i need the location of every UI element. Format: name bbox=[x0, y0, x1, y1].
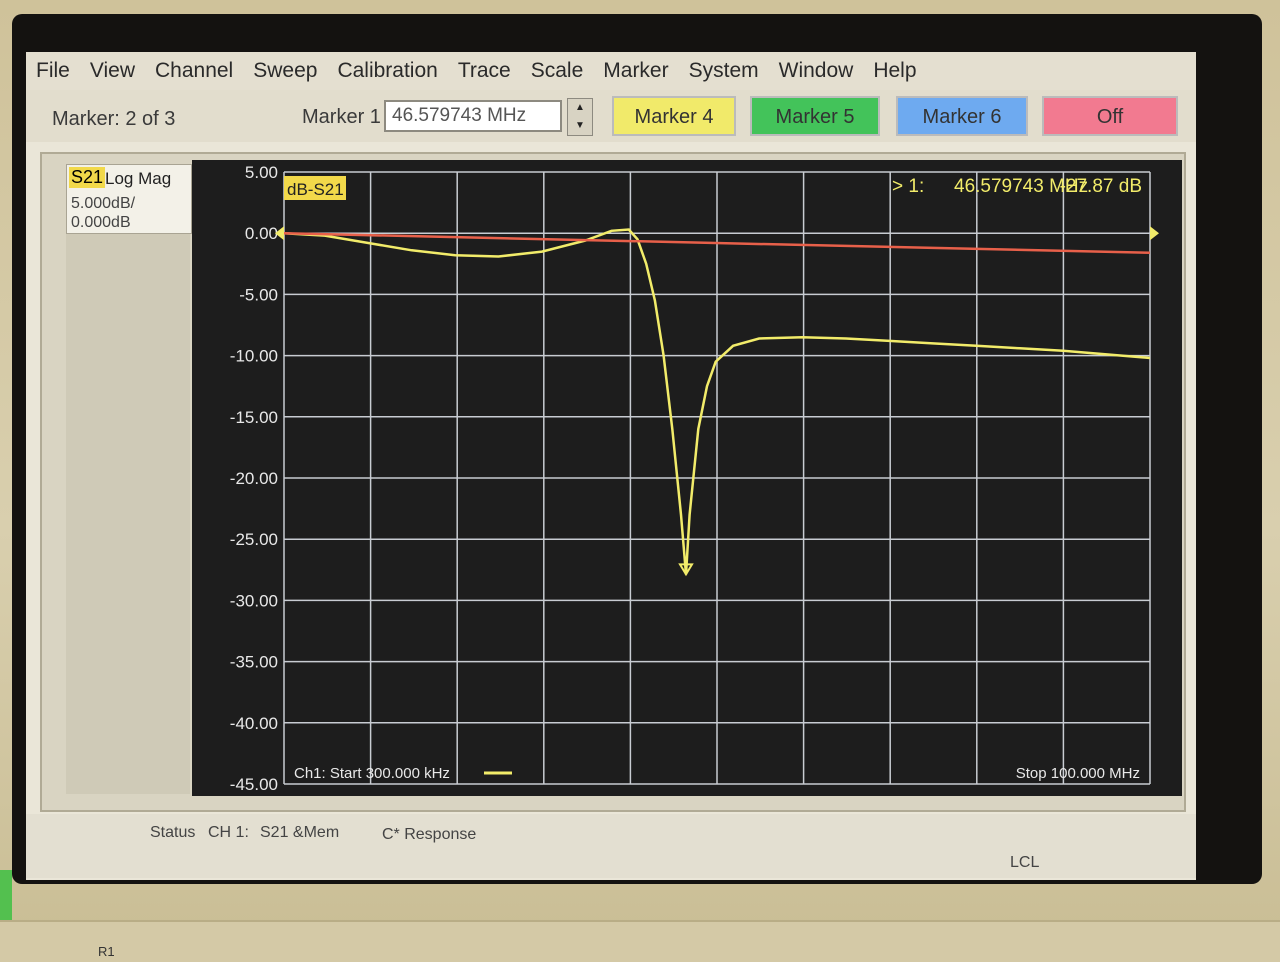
measurement-label: S21 &Mem bbox=[260, 824, 340, 841]
trace-reference: 0.000dB bbox=[71, 214, 131, 231]
menu-trace[interactable]: Trace bbox=[458, 59, 511, 83]
analyzer-screen: File View Channel Sweep Calibration Trace Scal… bbox=[26, 52, 1196, 880]
menu-bar: File View Channel Sweep Calibration Trace Scal… bbox=[26, 52, 1196, 90]
y-tick-label: 0.00 bbox=[245, 224, 278, 243]
lcl-indicator: LCL bbox=[1010, 854, 1040, 871]
menu-system[interactable]: System bbox=[689, 59, 759, 83]
y-tick-label: -5.00 bbox=[239, 285, 278, 304]
marker-readout-id: > 1: bbox=[892, 176, 924, 197]
start-frequency-label: Ch1: Start 300.000 kHz bbox=[294, 765, 450, 782]
marker6-button[interactable]: Marker 6 bbox=[896, 96, 1028, 136]
marker-toolbar: Marker: 2 of 3 Marker 1 ▲ ▼ Marker 4 Mar… bbox=[26, 90, 1196, 142]
menu-channel[interactable]: Channel bbox=[155, 59, 233, 83]
menu-calibration[interactable]: Calibration bbox=[337, 59, 437, 83]
panel-label: R1 bbox=[98, 944, 115, 959]
y-tick-label: -45.00 bbox=[230, 775, 278, 794]
trace-format: Log Mag bbox=[105, 169, 172, 188]
trace-parameter: S21 bbox=[69, 167, 106, 188]
y-tick-label: -20.00 bbox=[230, 469, 278, 488]
menu-view[interactable]: View bbox=[90, 59, 135, 83]
menu-help[interactable]: Help bbox=[873, 59, 916, 83]
y-tick-label: -40.00 bbox=[230, 714, 278, 733]
y-tick-label: 5.00 bbox=[245, 163, 278, 182]
menu-sweep[interactable]: Sweep bbox=[253, 59, 317, 83]
measurement-window: S21 Log Mag 5.000dB/ 0.000dB 5.00 0.00 -5.… bbox=[40, 152, 1186, 812]
marker1-label: Marker 1 bbox=[302, 106, 381, 128]
trace-label: dB-S21 bbox=[287, 180, 344, 199]
s21-chart: 5.00 0.00 -5.00 -10.00 -15.00 -20.00 -25.00 -30… bbox=[230, 163, 1159, 794]
stop-frequency-label: Stop 100.000 MHz bbox=[1016, 765, 1140, 782]
menu-scale[interactable]: Scale bbox=[531, 59, 584, 83]
y-tick-label: -15.00 bbox=[230, 408, 278, 427]
marker5-button[interactable]: Marker 5 bbox=[750, 96, 880, 136]
status-label: Status bbox=[150, 824, 196, 841]
y-tick-label: -30.00 bbox=[230, 591, 278, 610]
power-led bbox=[0, 870, 12, 920]
spin-down-icon[interactable]: ▼ bbox=[568, 117, 592, 135]
y-tick-label: -25.00 bbox=[230, 530, 278, 549]
y-tick-label: -35.00 bbox=[230, 653, 278, 672]
response-label: C* Response bbox=[382, 826, 477, 843]
marker-off-button[interactable]: Off bbox=[1042, 96, 1178, 136]
menu-window[interactable]: Window bbox=[779, 59, 854, 83]
trace-side-panel bbox=[66, 234, 190, 794]
frequency-spinner[interactable]: ▲ ▼ bbox=[567, 98, 593, 136]
marker-count-label: Marker: 2 of 3 bbox=[52, 108, 176, 130]
status-bar: Status CH 1: S21 &Mem C* Response LCL bbox=[26, 814, 1196, 878]
channel-label: CH 1: bbox=[208, 824, 249, 841]
trace-status-box[interactable]: S21 Log Mag 5.000dB/ 0.000dB bbox=[66, 164, 192, 234]
marker4-button[interactable]: Marker 4 bbox=[612, 96, 736, 136]
menu-file[interactable]: File bbox=[36, 59, 70, 83]
menu-marker[interactable]: Marker bbox=[603, 59, 668, 83]
y-tick-label: -10.00 bbox=[230, 347, 278, 366]
plot-area[interactable]: 5.00 0.00 -5.00 -10.00 -15.00 -20.00 -25.00 -30… bbox=[192, 160, 1182, 796]
trace-scale: 5.000dB/ bbox=[71, 195, 136, 212]
front-panel-strip bbox=[0, 920, 1280, 962]
marker-readout-value: -27.87 dB bbox=[1060, 176, 1142, 197]
marker1-frequency-input[interactable] bbox=[384, 100, 562, 132]
spin-up-icon[interactable]: ▲ bbox=[568, 99, 592, 117]
reference-level-arrow-right bbox=[1150, 226, 1159, 241]
